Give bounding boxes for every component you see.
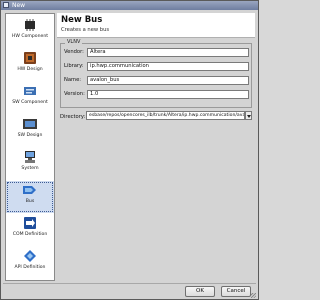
directory-dropdown-button[interactable]	[245, 111, 252, 120]
name-label: Name:	[64, 77, 82, 83]
nav-item-com-definition[interactable]: COM Definition	[6, 214, 54, 246]
main-panel: New Bus Creates a new bus VLNV Vendor: A…	[57, 13, 255, 281]
bus-icon	[23, 186, 36, 194]
library-label: Library:	[64, 63, 84, 69]
version-field[interactable]: 1.0	[87, 90, 249, 99]
nav-item-sw-component[interactable]: SW Component	[6, 82, 54, 114]
new-dialog-window: New HW Component HW Design SW Component …	[0, 0, 259, 300]
button-bar-separator	[3, 283, 256, 284]
sw-design-icon	[23, 119, 37, 129]
nav-item-system[interactable]: System	[6, 148, 54, 180]
nav-item-label: API Definition	[14, 265, 46, 270]
sw-component-icon	[24, 87, 36, 95]
page-header: New Bus Creates a new bus	[57, 13, 255, 38]
version-label: Version:	[64, 91, 85, 97]
page-title: New Bus	[61, 15, 103, 25]
nav-item-label: SW Component	[12, 100, 48, 105]
nav-item-hw-design[interactable]: HW Design	[6, 49, 54, 81]
window-icon	[3, 2, 9, 8]
vendor-label: Vendor:	[64, 49, 84, 55]
name-field[interactable]: avalon_bus	[87, 76, 249, 85]
nav-item-hw-component[interactable]: HW Component	[6, 16, 54, 48]
com-definition-icon	[24, 217, 36, 229]
nav-item-label: HW Design	[17, 67, 43, 72]
resize-grip[interactable]	[251, 293, 256, 298]
chip-icon	[25, 19, 35, 31]
api-definition-icon	[24, 250, 36, 262]
window-title: New	[12, 2, 26, 9]
page-subtitle: Creates a new bus	[61, 27, 110, 33]
system-icon	[25, 151, 35, 163]
nav-item-bus[interactable]: Bus	[6, 181, 54, 213]
directory-field[interactable]: esbase/repos/opencores_ilb/trunk/Altera/…	[86, 111, 245, 120]
item-type-list: HW Component HW Design SW Component SW D…	[5, 13, 55, 281]
nav-item-label: System	[21, 166, 39, 171]
vlnv-group: VLNV Vendor: Altera Library: ip.hwp.comm…	[60, 39, 252, 108]
nav-item-label: COM Definition	[12, 232, 48, 237]
vendor-field[interactable]: Altera	[87, 48, 249, 57]
directory-label: Directory:	[60, 114, 86, 120]
cancel-button[interactable]: Cancel	[221, 286, 251, 297]
nav-item-label: Bus	[25, 199, 35, 204]
nav-item-label: HW Component	[11, 34, 49, 39]
hw-design-icon	[24, 52, 36, 64]
nav-item-api-definition[interactable]: API Definition	[6, 247, 54, 279]
nav-item-sw-design[interactable]: SW Design	[6, 115, 54, 147]
vlnv-group-title: VLNV	[65, 39, 83, 45]
nav-item-label: SW Design	[17, 133, 43, 138]
library-field[interactable]: ip.hwp.communication	[87, 62, 249, 71]
ok-button[interactable]: OK	[185, 286, 215, 297]
title-bar[interactable]: New	[1, 1, 258, 10]
